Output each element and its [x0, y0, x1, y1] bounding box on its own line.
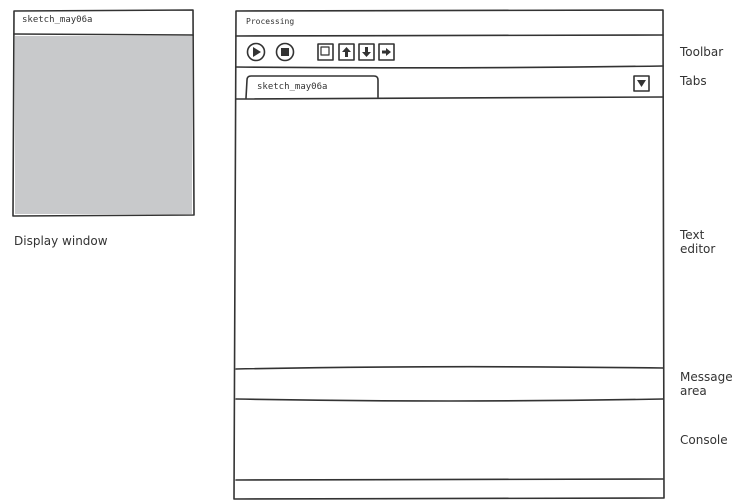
sketch-diagram [12, 9, 665, 500]
label-text-editor: Text editor [680, 228, 716, 256]
pde-window-title: Processing [246, 17, 295, 26]
run-icon[interactable] [246, 42, 266, 62]
export-icon[interactable] [378, 43, 395, 61]
label-toolbar: Toolbar [680, 45, 724, 59]
display-window-frame [12, 9, 195, 217]
open-icon[interactable] [338, 43, 355, 61]
display-canvas [15, 36, 192, 214]
new-icon[interactable] [317, 43, 334, 61]
tab-menu-icon[interactable] [633, 75, 650, 92]
display-window-title: sketch_may06a [22, 15, 93, 25]
label-tabs: Tabs [680, 74, 707, 88]
toolbar-buttons [246, 42, 395, 62]
label-console: Console [680, 433, 728, 447]
save-icon[interactable] [358, 43, 375, 61]
tab-label[interactable]: sketch_may06a [257, 82, 327, 92]
label-message-area: Message area [680, 370, 733, 398]
display-window-caption: Display window [14, 234, 108, 248]
stop-icon[interactable] [275, 42, 295, 62]
